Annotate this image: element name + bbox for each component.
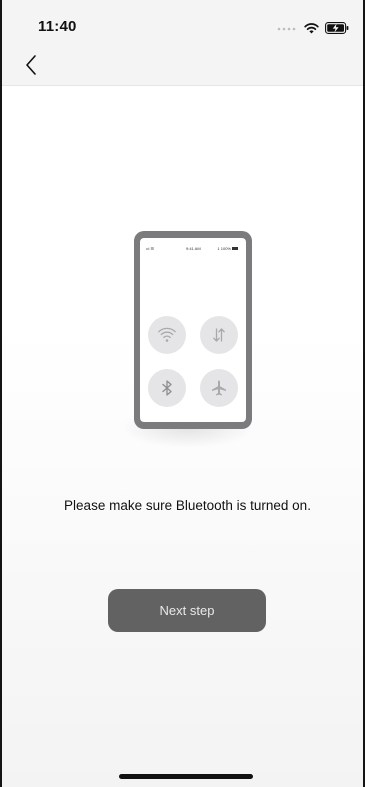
status-icons <box>277 21 349 35</box>
phone-illustration: •ıl ☰ 9:41 AM 1 100% <box>134 231 252 429</box>
phone-illustration-screen: •ıl ☰ 9:41 AM 1 100% <box>140 238 246 422</box>
home-indicator[interactable] <box>119 774 253 779</box>
airplane-mode-toggle <box>200 369 238 407</box>
mini-battery-icon <box>232 247 238 251</box>
back-button[interactable] <box>20 52 44 78</box>
bluetooth-icon <box>162 380 172 396</box>
wifi-icon <box>158 327 176 342</box>
wifi-toggle <box>148 316 186 354</box>
airplane-icon <box>212 380 226 396</box>
battery-charging-icon <box>325 22 349 34</box>
mini-battery-label: 1 100% <box>217 246 231 251</box>
navigation-bar <box>0 44 365 86</box>
mini-status-bar: •ıl ☰ 9:41 AM 1 100% <box>140 246 246 252</box>
bluetooth-toggle <box>148 369 186 407</box>
status-time: 11:40 <box>38 18 77 35</box>
mobile-data-toggle <box>200 316 238 354</box>
mini-battery: 1 100% <box>217 246 238 251</box>
mini-time: 9:41 AM <box>186 246 201 251</box>
mobile-data-icon <box>213 328 225 342</box>
bluetooth-instruction-text: Please make sure Bluetooth is turned on. <box>64 498 311 513</box>
mini-signal: •ıl ☰ <box>146 246 155 251</box>
screen-edge-left <box>0 0 2 787</box>
chevron-left-icon <box>26 55 36 75</box>
status-bar: 11:40 <box>0 0 365 44</box>
cellular-signal-icon <box>277 27 296 31</box>
wifi-icon <box>304 23 319 34</box>
next-step-button[interactable]: Next step <box>108 589 266 632</box>
screen: 11:40 •ıl ☰ 9:41 AM 1 100% Please make s… <box>0 0 365 787</box>
